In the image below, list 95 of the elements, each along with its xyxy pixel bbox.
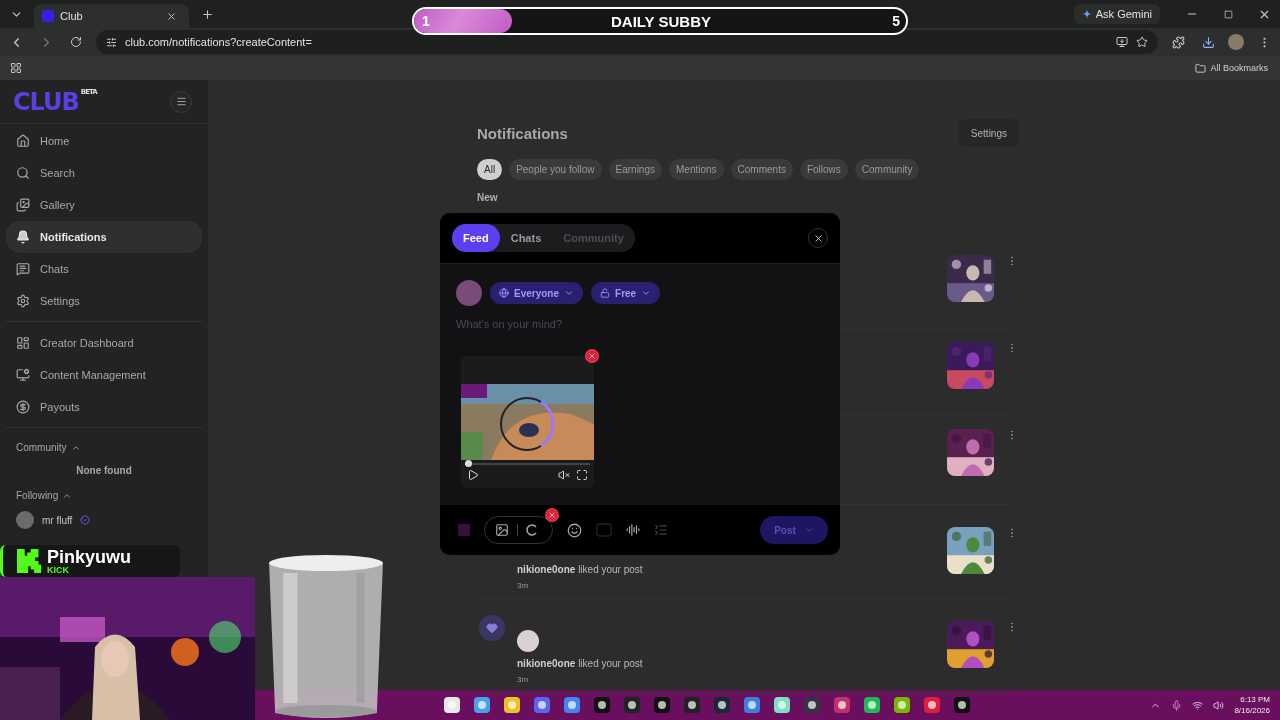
folder-icon [1195, 62, 1207, 74]
notification-text: nikione0one liked your post [517, 564, 643, 575]
remove-button[interactable] [585, 349, 599, 363]
emoji-icon [567, 522, 582, 538]
nav-item[interactable]: Notifications [6, 221, 202, 253]
image-icon [495, 523, 509, 537]
dashboard-icon [16, 336, 30, 350]
nav-item[interactable]: Gallery [6, 189, 202, 221]
menu-icon [175, 96, 187, 107]
puzzle-icon [1171, 35, 1185, 49]
close-icon [165, 10, 177, 22]
avatar [16, 511, 34, 529]
profile-avatar[interactable] [1228, 34, 1244, 50]
nav-item[interactable]: Search [6, 157, 202, 189]
menu-button[interactable] [170, 90, 192, 113]
list-icon [654, 523, 668, 537]
spinner-icon [526, 524, 538, 536]
goal-bar: 1 DAILY SUBBY 5 [412, 7, 908, 35]
composer-tab[interactable]: Chats [499, 224, 553, 252]
notification-text: nikione0one liked your post [517, 658, 643, 669]
settings-icon [16, 294, 30, 308]
verified-icon [80, 515, 91, 525]
filter-chip[interactable]: People you follow [509, 159, 602, 180]
filter-chip[interactable]: Mentions [669, 159, 724, 180]
community-toggle[interactable]: Community [16, 442, 81, 453]
chevron-down-icon [564, 288, 575, 298]
avatar [458, 524, 470, 536]
section-heading: New [477, 192, 498, 203]
person-name[interactable]: mr fluff [42, 514, 73, 526]
close-icon [812, 232, 824, 244]
reload-icon [70, 36, 82, 48]
nav-item[interactable]: Settings [6, 285, 202, 317]
download-icon [1201, 35, 1215, 49]
following-toggle[interactable]: Following [16, 490, 73, 501]
settings-button[interactable]: Settings [958, 119, 1019, 147]
site-settings-icon [106, 36, 117, 48]
close-icon [588, 352, 596, 360]
logo: CLUB$^{BETA}$ [13, 87, 97, 116]
chevron-down-icon [803, 525, 814, 535]
filter-chip[interactable]: Community [854, 159, 920, 180]
filter-chip[interactable]: Earnings [608, 159, 662, 180]
composer-tab[interactable]: Feed [452, 224, 500, 252]
nav-item[interactable]: Chats [6, 253, 202, 285]
close-button[interactable] [808, 228, 828, 248]
progress-thumb[interactable] [464, 460, 472, 467]
avatar [456, 280, 482, 306]
chevron-down-icon [641, 288, 652, 298]
audience-dropdown[interactable]: Everyone [490, 282, 584, 304]
play-icon [467, 469, 479, 481]
filter-chip[interactable]: Follows [799, 159, 848, 180]
ask-gemini-button[interactable]: Ask Gemini [1073, 4, 1160, 24]
filter-chip[interactable]: All [477, 159, 503, 180]
chat-icon [16, 262, 30, 276]
nav-item[interactable]: Creator Dashboard [6, 327, 202, 359]
plus-icon [200, 7, 214, 21]
grid-icon [10, 62, 22, 74]
monitor-gear-icon [16, 368, 30, 382]
stream-badge: Pinkyuwu KICK [0, 545, 180, 577]
mute-icon [558, 469, 570, 481]
clock[interactable]: 6:13 PM 8/16/2026 [1234, 695, 1270, 715]
video-player[interactable] [461, 356, 594, 488]
search-icon [16, 166, 30, 180]
dollar-icon [16, 400, 30, 414]
star-icon [1136, 36, 1148, 48]
notification-time: 3m [517, 581, 529, 590]
heart-icon [486, 622, 498, 634]
nav-item[interactable]: Payouts [6, 391, 202, 423]
fullscreen-icon [576, 469, 588, 481]
nav-item[interactable]: Home [6, 125, 202, 157]
restore-icon [1223, 9, 1233, 19]
site-icon [42, 10, 54, 22]
nav-item[interactable]: Content Management [6, 359, 202, 391]
install-icon [1116, 36, 1128, 48]
page-title: Notifications [477, 124, 568, 142]
close-icon [548, 511, 556, 519]
avatar [517, 630, 539, 652]
bookmarks-folder[interactable]: All Bookmarks [1189, 61, 1274, 75]
images-icon [16, 198, 30, 212]
empty-message: None found [75, 464, 133, 478]
sparkle-icon [1081, 9, 1092, 19]
price-dropdown[interactable]: Free [591, 282, 661, 304]
remove-button[interactable] [545, 508, 559, 522]
audio-icon [626, 523, 640, 537]
globe-icon [499, 288, 509, 298]
browser-tab[interactable]: Club [34, 4, 189, 28]
filter-chip[interactable]: Comments [730, 159, 793, 180]
unlock-icon [600, 288, 611, 298]
microphone-icon [1171, 699, 1183, 711]
bell-icon [16, 230, 30, 244]
volume-icon [1213, 699, 1225, 711]
gif-icon [596, 523, 612, 537]
network-icon [1192, 699, 1204, 711]
notification-time: 3m [517, 675, 529, 684]
house-icon [16, 134, 30, 148]
kick-logo-icon [17, 549, 41, 573]
